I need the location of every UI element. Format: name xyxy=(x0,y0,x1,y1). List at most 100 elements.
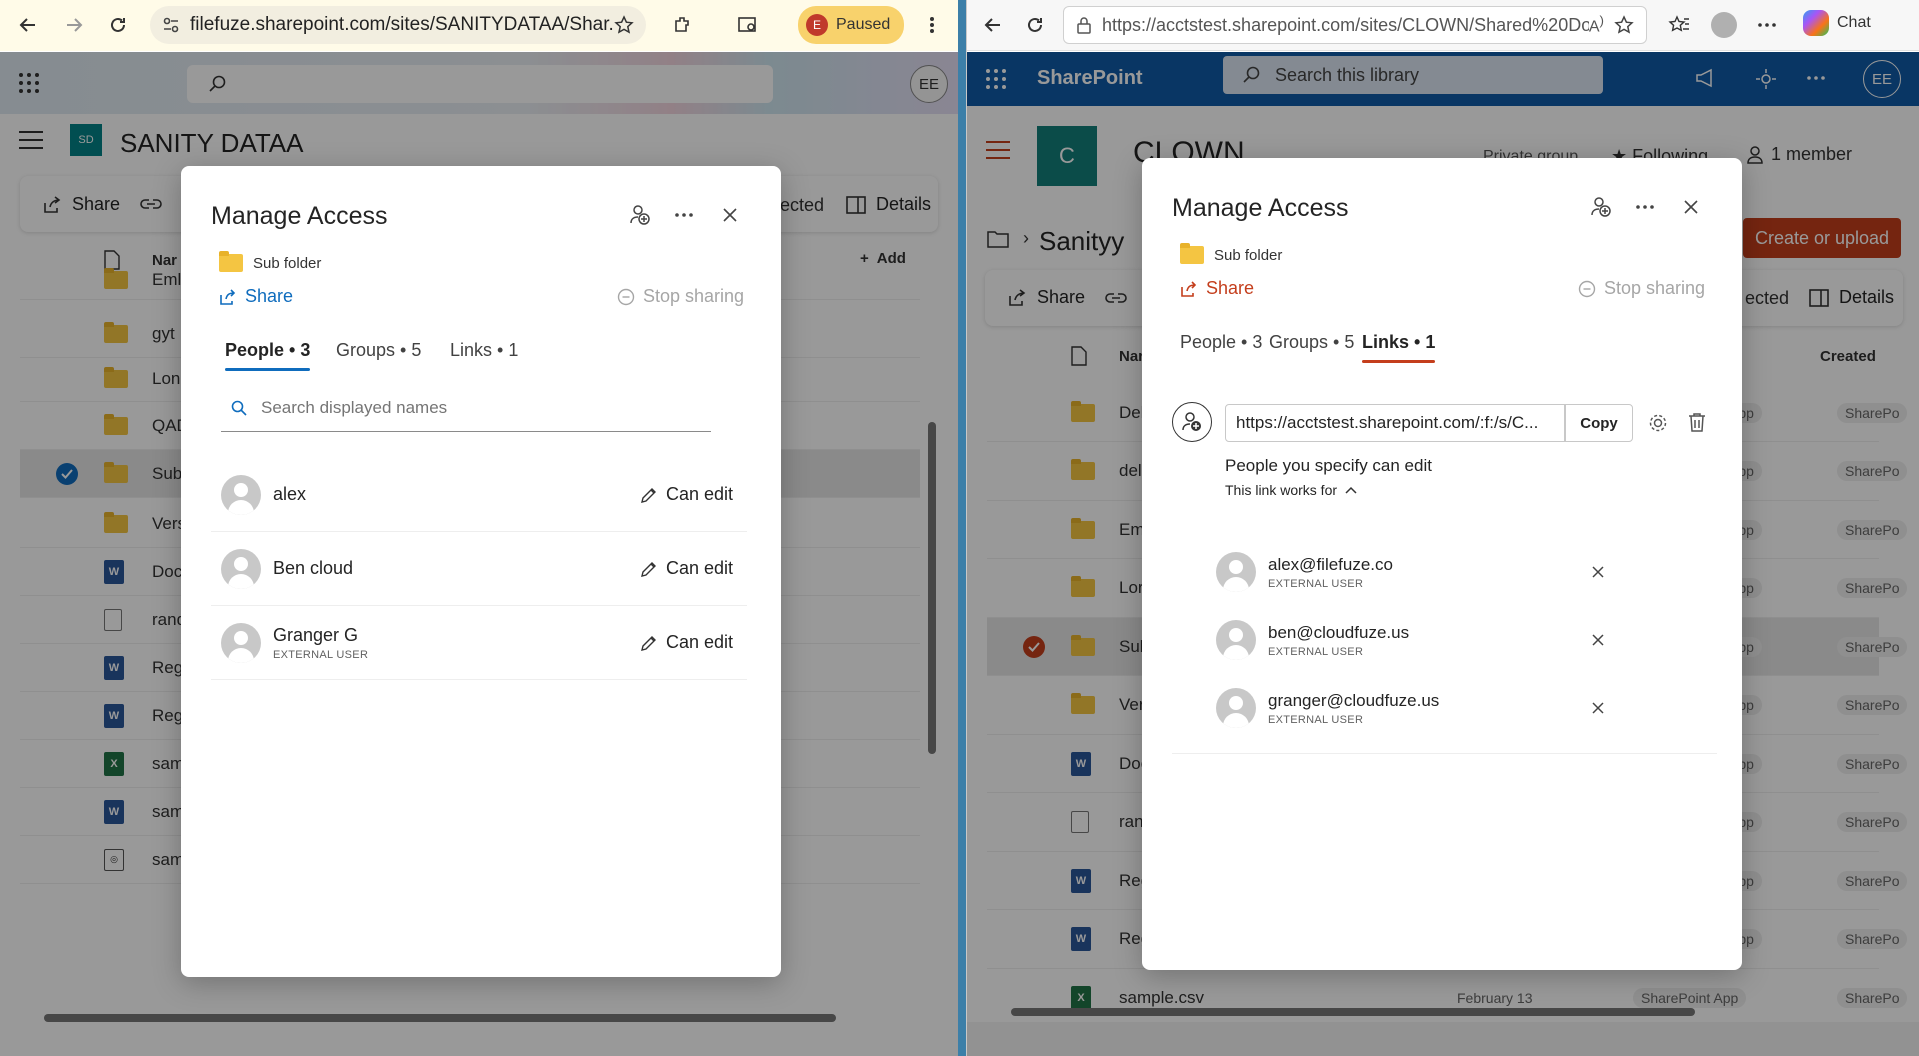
remove-recipient-icon[interactable] xyxy=(1588,562,1608,582)
pencil-icon xyxy=(640,486,658,504)
left-browser-window: filefuze.sharepoint.com/sites/SANITYDATA… xyxy=(0,0,960,1056)
reload-icon[interactable] xyxy=(98,5,138,45)
tab-links[interactable]: Links • 1 xyxy=(1362,332,1436,363)
person-info: Ben cloud xyxy=(273,558,353,579)
tab-search-icon[interactable] xyxy=(728,5,768,45)
bookmark-star-icon[interactable] xyxy=(614,15,634,35)
address-bar[interactable]: https://acctstest.sharepoint.com/sites/C… xyxy=(1063,6,1647,44)
more-options-icon[interactable] xyxy=(1630,192,1660,222)
stop-sharing-icon xyxy=(1578,280,1596,298)
favorite-star-icon[interactable] xyxy=(1614,15,1634,35)
person-info: alex@filefuze.co EXTERNAL USER xyxy=(1268,555,1393,590)
read-aloud-icon[interactable]: A) xyxy=(1589,13,1604,36)
people-search-input[interactable] xyxy=(261,397,661,418)
manage-access-dialog: Manage Access Sub folder Share Stop shar… xyxy=(181,166,781,977)
tab-groups[interactable]: Groups • 5 xyxy=(1269,332,1354,363)
stop-sharing-button[interactable]: Stop sharing xyxy=(617,286,744,307)
copilot-icon xyxy=(1803,10,1829,36)
person-type: EXTERNAL USER xyxy=(273,648,369,661)
manage-access-dialog: Manage Access Sub folder Share Stop shar… xyxy=(1142,158,1742,970)
share-button[interactable]: Share xyxy=(1180,278,1254,299)
add-people-icon[interactable] xyxy=(1586,192,1616,222)
folder-icon xyxy=(1180,243,1204,264)
profile-avatar: E xyxy=(806,14,828,36)
stop-sharing-label: Stop sharing xyxy=(643,286,745,306)
favorites-icon[interactable] xyxy=(1659,5,1699,45)
pencil-icon xyxy=(640,634,658,652)
item-name: Sub folder xyxy=(219,251,322,272)
more-vertical-icon[interactable] xyxy=(912,5,952,45)
recipient-email: granger@cloudfuze.us xyxy=(1268,690,1440,710)
avatar xyxy=(221,548,261,589)
link-settings-icon[interactable] xyxy=(1648,413,1668,433)
permission-label: Can edit xyxy=(665,632,733,652)
share-button[interactable]: Share xyxy=(219,286,293,307)
extensions-icon[interactable] xyxy=(662,5,702,45)
more-horizontal-icon[interactable] xyxy=(1747,5,1787,45)
url-text: filefuze.sharepoint.com/sites/SANITYDATA… xyxy=(190,14,614,35)
right-browser-toolbar: https://acctstest.sharepoint.com/sites/C… xyxy=(967,0,1919,51)
tab-people[interactable]: People • 3 xyxy=(1180,332,1262,363)
person-info: alex xyxy=(273,484,306,505)
window-divider xyxy=(958,0,966,1056)
person-row: Ben cloud Can edit xyxy=(211,532,747,606)
pencil-icon xyxy=(640,560,658,578)
item-name: Sub folder xyxy=(1180,243,1282,264)
person-type: EXTERNAL USER xyxy=(1268,645,1364,658)
stop-sharing-label: Stop sharing xyxy=(1604,278,1706,298)
person-info: Granger G EXTERNAL USER xyxy=(273,625,368,661)
reload-icon[interactable] xyxy=(1015,5,1055,45)
close-icon[interactable] xyxy=(715,200,745,230)
avatar xyxy=(1216,620,1256,660)
link-works-for-label: This link works for xyxy=(1225,482,1338,498)
person-row: alex Can edit xyxy=(211,458,747,532)
permission-label: Can edit xyxy=(665,558,733,578)
link-permission-description: People you specify can edit xyxy=(1225,456,1432,475)
person-row: Granger G EXTERNAL USER Can edit xyxy=(211,606,747,680)
back-icon[interactable] xyxy=(973,5,1013,45)
person-info: ben@cloudfuze.us EXTERNAL USER xyxy=(1268,623,1409,658)
link-recipient-row: ben@cloudfuze.us EXTERNAL USER xyxy=(1202,606,1622,674)
copilot-chat-button[interactable]: Chat xyxy=(1803,10,1871,36)
sharing-link-field[interactable]: https://acctstest.sharepoint.com/:f:/s/C… xyxy=(1225,404,1565,442)
tab-links[interactable]: Links • 1 xyxy=(450,340,518,371)
left-browser-toolbar: filefuze.sharepoint.com/sites/SANITYDATA… xyxy=(0,0,960,51)
person-type: EXTERNAL USER xyxy=(1268,713,1364,726)
folder-icon xyxy=(219,251,243,272)
right-browser-window: https://acctstest.sharepoint.com/sites/C… xyxy=(966,0,1919,1056)
item-name-label: Sub folder xyxy=(253,254,322,272)
tab-groups[interactable]: Groups • 5 xyxy=(336,340,421,371)
delete-link-icon[interactable] xyxy=(1688,412,1706,432)
lock-icon xyxy=(1076,16,1092,34)
dialog-title: Manage Access xyxy=(211,202,388,230)
link-works-for-toggle[interactable]: This link works for xyxy=(1225,482,1357,498)
forward-icon[interactable] xyxy=(54,5,94,45)
permission-dropdown[interactable]: Can edit xyxy=(640,558,733,579)
avatar xyxy=(1216,688,1256,728)
remove-recipient-icon[interactable] xyxy=(1588,698,1608,718)
chevron-up-icon xyxy=(1345,486,1357,494)
more-options-icon[interactable] xyxy=(669,200,699,230)
recipient-email: alex@filefuze.co xyxy=(1268,554,1393,574)
site-settings-icon[interactable] xyxy=(162,16,180,34)
close-icon[interactable] xyxy=(1676,192,1706,222)
stop-sharing-button[interactable]: Stop sharing xyxy=(1578,278,1705,299)
tab-people[interactable]: People • 3 xyxy=(225,340,311,371)
link-audience-icon[interactable] xyxy=(1172,402,1212,442)
share-label: Share xyxy=(245,286,294,306)
add-people-icon[interactable] xyxy=(625,200,655,230)
permission-dropdown[interactable]: Can edit xyxy=(640,632,733,653)
share-icon xyxy=(219,288,237,306)
url-text: https://acctstest.sharepoint.com/sites/C… xyxy=(1102,14,1589,35)
profile-icon[interactable] xyxy=(1711,12,1737,38)
remove-recipient-icon[interactable] xyxy=(1588,630,1608,650)
copy-link-button[interactable]: Copy xyxy=(1565,404,1633,442)
share-icon xyxy=(1180,280,1198,298)
person-name: alex xyxy=(273,484,307,504)
person-type: EXTERNAL USER xyxy=(1268,577,1364,590)
address-bar[interactable]: filefuze.sharepoint.com/sites/SANITYDATA… xyxy=(150,6,646,44)
permission-dropdown[interactable]: Can edit xyxy=(640,484,733,505)
people-search-field[interactable] xyxy=(221,384,711,432)
back-icon[interactable] xyxy=(8,5,48,45)
profile-paused-button[interactable]: E Paused xyxy=(798,6,905,44)
